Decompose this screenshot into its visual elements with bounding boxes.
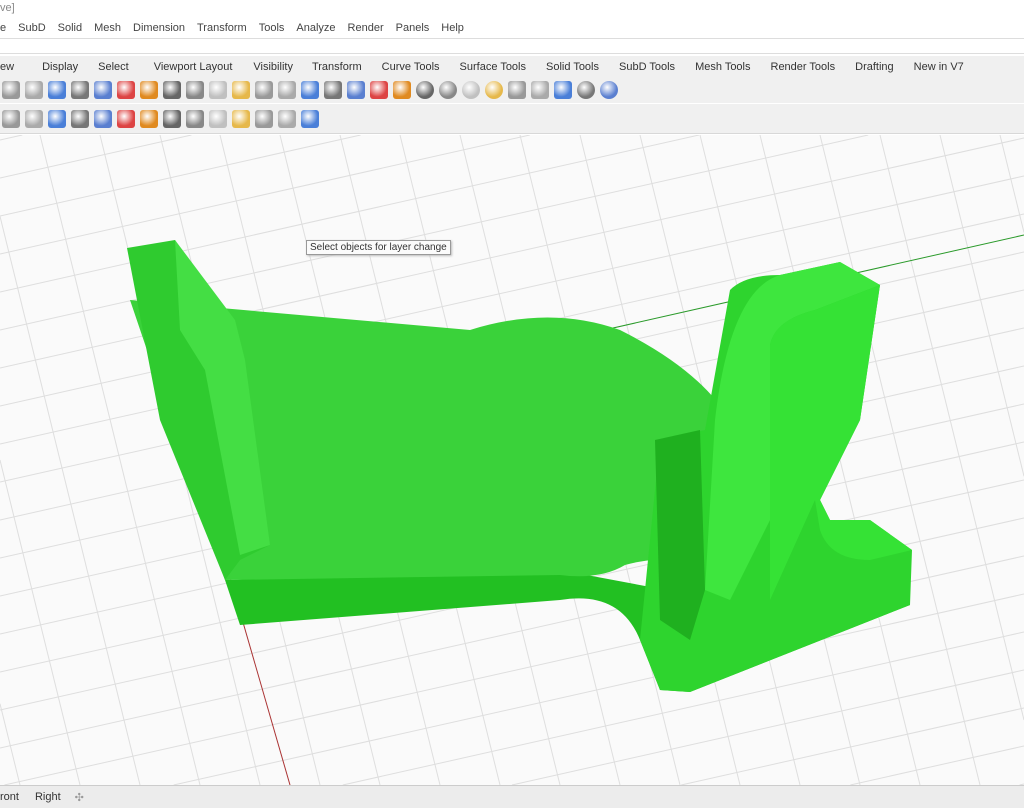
grid-line bbox=[511, 669, 1024, 785]
polyline-icon[interactable] bbox=[25, 109, 43, 128]
standard-toolbar bbox=[0, 77, 1024, 103]
box-edit-icon[interactable] bbox=[232, 109, 250, 128]
grid-line bbox=[681, 707, 1024, 785]
layer-icon[interactable] bbox=[393, 81, 411, 99]
viewport-tab-front[interactable]: ront bbox=[0, 791, 19, 803]
viewport-tab-right[interactable]: Right bbox=[33, 791, 61, 803]
menu-item[interactable]: Help bbox=[441, 22, 464, 34]
grid-line bbox=[0, 135, 192, 179]
zoom-extents-icon[interactable] bbox=[163, 81, 181, 99]
menu-item[interactable]: Panels bbox=[396, 22, 430, 34]
grid-line bbox=[999, 135, 1024, 233]
menu-item[interactable]: Solid bbox=[58, 22, 82, 34]
shaded-sphere-icon[interactable] bbox=[439, 81, 457, 99]
explode-icon[interactable] bbox=[163, 109, 181, 128]
secondary-toolbar bbox=[0, 104, 1024, 134]
cplane-icon[interactable] bbox=[278, 81, 296, 99]
grid-line bbox=[0, 135, 700, 293]
car-icon[interactable] bbox=[255, 81, 273, 99]
boolean-icon[interactable] bbox=[94, 109, 112, 128]
tab[interactable]: Surface Tools bbox=[460, 61, 526, 73]
menu-item[interactable]: e bbox=[0, 22, 6, 34]
menu-item[interactable]: Tools bbox=[259, 22, 285, 34]
cone-icon[interactable] bbox=[508, 81, 526, 99]
tab[interactable]: New in V7 bbox=[914, 61, 964, 73]
tab[interactable]: Transform bbox=[312, 61, 362, 73]
grid-line bbox=[0, 216, 141, 785]
viewport-tabs: ront Right ✣ bbox=[0, 785, 1024, 808]
tab[interactable]: Solid Tools bbox=[546, 61, 599, 73]
grid-line bbox=[819, 135, 981, 785]
perspective-viewport[interactable]: Select objects for layer change bbox=[0, 135, 1024, 785]
grid-line bbox=[879, 135, 1024, 721]
tab[interactable]: ew bbox=[0, 61, 14, 73]
grid-line bbox=[0, 135, 23, 141]
group-icon[interactable] bbox=[278, 109, 296, 128]
color-wheel-icon[interactable] bbox=[416, 81, 434, 99]
paste-icon[interactable] bbox=[25, 81, 43, 99]
array-icon[interactable] bbox=[48, 109, 66, 128]
globe-icon[interactable] bbox=[577, 81, 595, 99]
grid-line bbox=[850, 745, 1024, 785]
pan-icon[interactable] bbox=[71, 81, 89, 99]
plus-icon[interactable]: ✣ bbox=[75, 791, 84, 804]
tab[interactable]: Drafting bbox=[855, 61, 894, 73]
undo-icon[interactable] bbox=[48, 81, 66, 99]
four-viewports-icon[interactable] bbox=[232, 81, 250, 99]
menu-item[interactable]: SubD bbox=[18, 22, 46, 34]
undo-view-icon[interactable] bbox=[209, 81, 227, 99]
tab[interactable]: SubD Tools bbox=[619, 61, 675, 73]
grid-line bbox=[0, 135, 361, 217]
material-sphere-icon[interactable] bbox=[485, 81, 503, 99]
grid-line bbox=[39, 135, 201, 785]
bulb-icon[interactable] bbox=[117, 109, 135, 128]
distance-icon[interactable] bbox=[301, 81, 319, 99]
menu-item[interactable]: Analyze bbox=[296, 22, 335, 34]
surface-icon[interactable] bbox=[71, 109, 89, 128]
lock-icon[interactable] bbox=[370, 81, 388, 99]
rendered-sphere-icon[interactable] bbox=[462, 81, 480, 99]
tab[interactable]: Curve Tools bbox=[382, 61, 440, 73]
command-area[interactable] bbox=[0, 38, 1024, 54]
grid-line bbox=[0, 135, 530, 255]
box-icon[interactable] bbox=[140, 109, 158, 128]
toolbar-tabs: ew Display Select Viewport Layout Visibi… bbox=[0, 56, 1024, 78]
menu-item[interactable]: Mesh bbox=[94, 22, 121, 34]
arc-icon[interactable] bbox=[2, 109, 20, 128]
gumball-icon[interactable] bbox=[186, 109, 204, 128]
viewport-canvas bbox=[0, 135, 1024, 785]
help-icon[interactable] bbox=[600, 81, 618, 99]
tab[interactable]: Render Tools bbox=[771, 61, 836, 73]
rotate-view-icon[interactable] bbox=[94, 81, 112, 99]
command-tooltip: Select objects for layer change bbox=[306, 240, 451, 255]
solid-box-icon[interactable] bbox=[209, 109, 227, 128]
menu-item[interactable]: Transform bbox=[197, 22, 247, 34]
menu-item[interactable]: Render bbox=[348, 22, 384, 34]
zoom-window-icon[interactable] bbox=[140, 81, 158, 99]
zoom-selected-icon[interactable] bbox=[186, 81, 204, 99]
menu-bar: e SubD Solid Mesh Dimension Transform To… bbox=[0, 18, 1024, 38]
gear-icon[interactable] bbox=[531, 81, 549, 99]
grid-line bbox=[0, 459, 81, 785]
green-model bbox=[127, 240, 912, 692]
grid-snap-icon[interactable] bbox=[324, 81, 342, 99]
new-icon[interactable] bbox=[2, 81, 20, 99]
tab[interactable]: Display bbox=[42, 61, 78, 73]
menu-item[interactable]: Dimension bbox=[133, 22, 185, 34]
tab[interactable]: Mesh Tools bbox=[695, 61, 750, 73]
tab[interactable]: Select bbox=[98, 61, 129, 73]
tab[interactable]: Visibility bbox=[253, 61, 293, 73]
light-icon[interactable] bbox=[347, 81, 365, 99]
window-title: ve] bbox=[0, 2, 15, 14]
cylinder-icon[interactable] bbox=[301, 109, 319, 128]
points-icon[interactable] bbox=[554, 81, 572, 99]
curve-icon[interactable] bbox=[255, 109, 273, 128]
zoom-icon[interactable] bbox=[117, 81, 135, 99]
tab[interactable]: Viewport Layout bbox=[154, 61, 233, 73]
